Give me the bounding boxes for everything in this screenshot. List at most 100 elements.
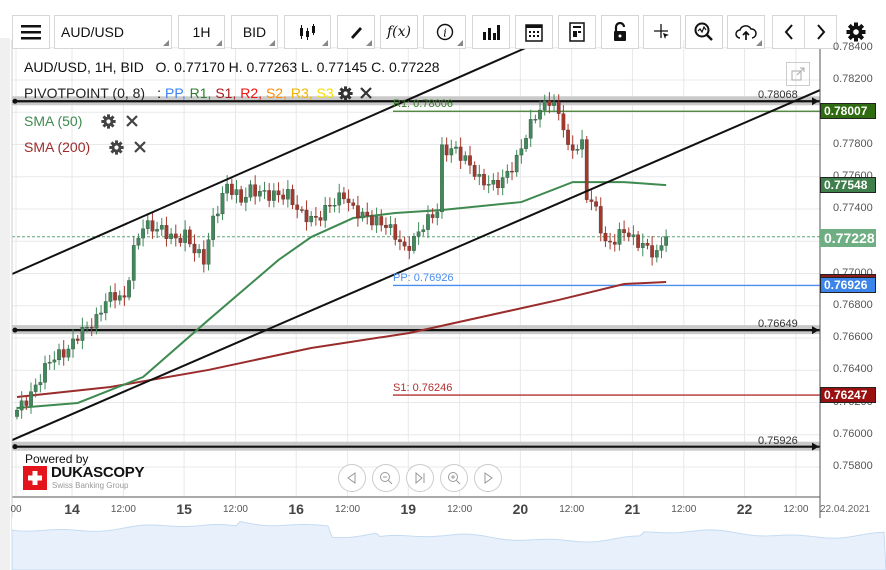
calendar-button[interactable] <box>515 15 553 49</box>
volume-button[interactable] <box>472 15 510 49</box>
candle-body <box>370 215 374 226</box>
candle-body <box>416 231 421 237</box>
candle-body <box>622 229 626 234</box>
candle <box>127 276 131 301</box>
scroll-left-button[interactable] <box>338 464 366 492</box>
sma200-remove-close-icon[interactable] <box>132 139 148 155</box>
go-to-end-button[interactable] <box>406 464 434 492</box>
candle-body <box>300 209 304 211</box>
candle-body <box>80 327 85 341</box>
scroll-back-button[interactable] <box>772 15 805 49</box>
y-tick-label: 0.76000 <box>833 427 873 440</box>
dukascopy-logo: DUKASCOPY Swiss Banking Group <box>23 464 144 492</box>
candle-body <box>318 217 323 221</box>
candle-body <box>131 245 136 281</box>
candle-body <box>295 204 300 210</box>
candle-body <box>243 197 248 203</box>
sma50-remove-close-icon[interactable] <box>124 113 140 129</box>
timeframe-select[interactable]: 1H <box>178 15 225 49</box>
sma200-settings-gear-icon[interactable] <box>108 139 124 155</box>
pivot-level-r3: R3, <box>290 85 317 101</box>
zoom-out-button[interactable] <box>372 464 400 492</box>
candle-body <box>192 243 197 254</box>
side-select[interactable]: BID <box>231 15 278 49</box>
candle-body <box>449 148 454 156</box>
candle-body <box>360 211 365 219</box>
draw-button[interactable] <box>337 15 375 49</box>
y-tick-label: 0.77400 <box>833 202 873 214</box>
ohlc-legend: AUD/USD, 1H, BID O. 0.77170 H. 0.77263 L… <box>24 59 440 75</box>
pivot-level-s1: S1, <box>215 85 241 101</box>
candle-body <box>351 202 356 206</box>
scroll-right-button[interactable] <box>474 464 502 492</box>
instrument-value: AUD/USD <box>61 24 125 40</box>
sma200-legend: SMA (200) <box>24 139 148 155</box>
candle-body <box>38 382 43 386</box>
candle-body <box>612 241 617 245</box>
candle-body <box>556 101 561 114</box>
candle-body <box>332 205 337 207</box>
pivot-remove-close-icon[interactable] <box>358 85 374 101</box>
info-button[interactable]: i <box>423 15 466 49</box>
report-icon <box>569 22 585 42</box>
candle-body <box>664 236 668 246</box>
gear-icon <box>846 22 866 42</box>
candle-body <box>617 229 622 245</box>
candle-body <box>496 180 500 189</box>
report-button[interactable] <box>558 15 596 49</box>
candle-body <box>594 201 598 207</box>
candle-body <box>15 409 19 417</box>
zoom-button[interactable] <box>685 15 723 49</box>
candle-body <box>421 229 426 232</box>
candle-body <box>510 170 514 173</box>
sma50-settings-gear-icon[interactable] <box>100 113 116 129</box>
candle-body <box>472 165 477 177</box>
indicators-button[interactable]: f(x) <box>380 15 418 49</box>
x-tick-label: 12:00 <box>783 504 809 515</box>
candle-body <box>239 189 244 203</box>
chart-type-button[interactable] <box>284 15 331 49</box>
instrument-select[interactable]: AUD/USD <box>54 15 172 49</box>
candle-body <box>533 119 538 121</box>
candle-body <box>117 295 122 301</box>
line-handle <box>12 327 18 333</box>
legend-ohlc: O. 0.77170 H. 0.77263 L. 0.77145 C. 0.77… <box>155 59 440 75</box>
x-tick-label: 15 <box>176 501 192 517</box>
y-tick-label: 0.77800 <box>833 137 873 150</box>
fullscreen-button[interactable] <box>786 62 810 86</box>
zoom-in-button[interactable] <box>440 464 468 492</box>
candle-body <box>94 314 99 329</box>
candle-body <box>99 312 103 315</box>
candle-body <box>356 205 360 219</box>
x-tick-label: 12:00 <box>559 504 585 515</box>
lock-button[interactable] <box>601 15 639 49</box>
candle-body <box>103 301 108 314</box>
candle-body <box>346 198 351 203</box>
candle <box>440 137 444 219</box>
candle-body <box>477 174 482 177</box>
zoom-out-icon <box>380 472 393 485</box>
pivot-separator: : <box>157 85 161 101</box>
y-tick-label: 0.75800 <box>833 460 873 472</box>
bar-chart-icon <box>483 25 500 40</box>
candle-body <box>145 220 150 229</box>
candle-body <box>108 292 113 302</box>
chevron-left-icon <box>784 24 793 40</box>
pivot-level-pp: PP, <box>165 85 190 101</box>
candle-body <box>33 384 38 392</box>
upload-button[interactable] <box>727 15 765 49</box>
pivot-settings-gear-icon[interactable] <box>338 85 354 101</box>
candle-body <box>398 239 402 243</box>
candle-body <box>640 243 645 248</box>
side-value: BID <box>242 24 267 40</box>
candle-body <box>43 363 47 383</box>
menu-button[interactable] <box>12 15 50 49</box>
pp-badge: 0.76926 <box>820 277 876 294</box>
candle-body <box>201 249 206 265</box>
sma50-badge: 0.77548 <box>820 177 876 194</box>
navigator <box>11 518 886 570</box>
candle-body <box>262 190 267 192</box>
candle-body <box>631 234 636 237</box>
crosshair-button[interactable] <box>643 15 681 49</box>
candle-body <box>538 109 542 120</box>
